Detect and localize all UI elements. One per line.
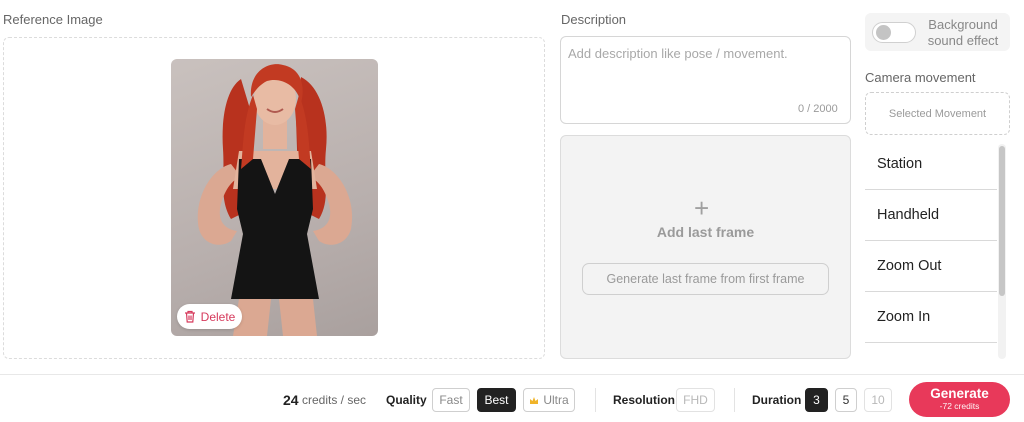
- delete-image-button[interactable]: Delete: [177, 304, 242, 329]
- quality-fast-button[interactable]: Fast: [432, 388, 470, 412]
- delete-label: Delete: [200, 309, 236, 324]
- reference-image-label: Reference Image: [3, 12, 103, 27]
- credits-value: 24: [283, 392, 299, 408]
- movement-item-station[interactable]: Station: [865, 139, 997, 190]
- last-frame-dropzone[interactable]: [560, 135, 851, 359]
- quality-ultra-label: Ultra: [543, 393, 569, 407]
- footer-separator: [595, 388, 596, 412]
- description-char-counter: 0 / 2000: [798, 103, 838, 115]
- toggle-knob: [876, 25, 891, 40]
- duration-3-button[interactable]: 3: [805, 388, 828, 412]
- reference-photo-illustration: [197, 64, 353, 336]
- movement-list-scroll-thumb[interactable]: [999, 146, 1005, 296]
- credits-unit: credits / sec: [302, 393, 367, 407]
- generate-last-frame-button[interactable]: Generate last frame from first frame: [582, 263, 829, 295]
- description-label: Description: [561, 12, 627, 27]
- quality-best-button[interactable]: Best: [477, 388, 516, 412]
- background-sound-label: Background sound effect: [922, 17, 1004, 49]
- ultra-crown-icon: [530, 396, 539, 404]
- quality-ultra-button[interactable]: Ultra: [523, 388, 575, 412]
- description-placeholder: Add description like pose / movement.: [568, 46, 788, 61]
- duration-10-button[interactable]: 10: [864, 388, 892, 412]
- plus-icon: +: [694, 193, 710, 223]
- quality-label: Quality: [386, 393, 427, 407]
- background-sound-label-line1: Background: [928, 17, 998, 32]
- selected-movement-slot[interactable]: Selected Movement: [865, 92, 1010, 135]
- trash-icon: [184, 310, 195, 323]
- movement-item-zoom-out[interactable]: Zoom Out: [865, 241, 997, 292]
- resolution-fhd-button[interactable]: FHD: [676, 388, 715, 412]
- duration-label: Duration: [752, 393, 802, 407]
- generate-label: Generate: [930, 386, 989, 401]
- add-last-frame-label: Add last frame: [656, 224, 755, 240]
- reference-photo: [171, 59, 378, 336]
- generate-button[interactable]: Generate -72 credits: [909, 382, 1010, 417]
- camera-movement-list: Station Handheld Zoom Out Zoom In: [865, 139, 997, 360]
- footer-divider: [0, 374, 1024, 375]
- movement-item-handheld[interactable]: Handheld: [865, 190, 997, 241]
- duration-5-button[interactable]: 5: [835, 388, 857, 412]
- camera-movement-label: Camera movement: [865, 70, 976, 85]
- movement-item-zoom-in[interactable]: Zoom In: [865, 292, 997, 343]
- generate-cost: -72 credits: [939, 401, 980, 411]
- resolution-label: Resolution: [613, 393, 675, 407]
- background-sound-label-line2: sound effect: [927, 33, 999, 48]
- footer-separator: [734, 388, 735, 412]
